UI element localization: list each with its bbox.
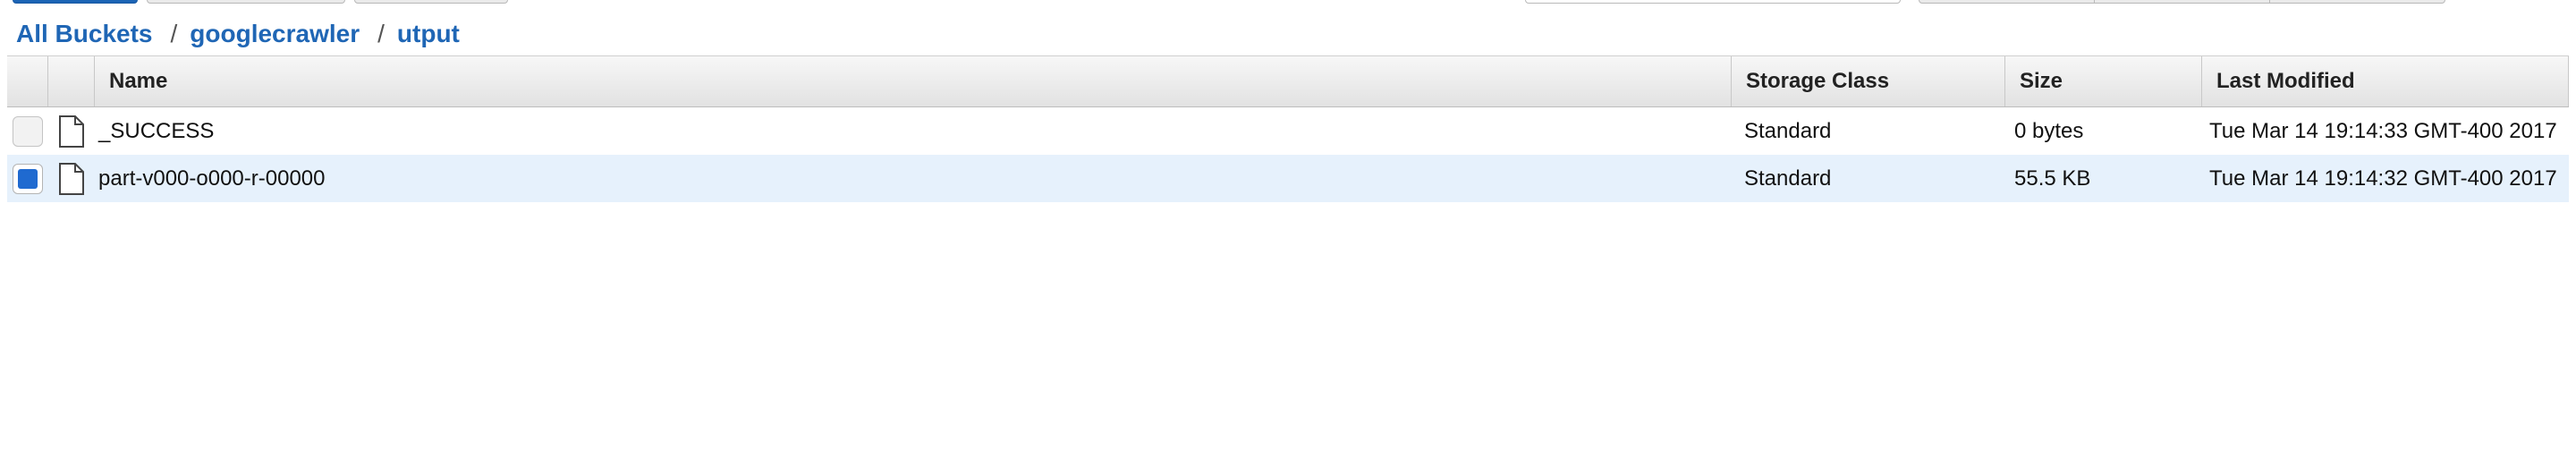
header-name[interactable]: Name	[95, 56, 1732, 106]
object-last-modified: Tue Mar 14 19:14:33 GMT-400 2017	[2209, 118, 2557, 143]
search-input[interactable]	[1525, 0, 1901, 4]
breadcrumb-bucket[interactable]: googlecrawler	[190, 20, 360, 48]
object-name[interactable]: part-v000-o000-r-00000	[95, 155, 1732, 202]
toolbar	[0, 0, 2576, 11]
row-select	[7, 155, 48, 202]
row-checkbox-checked[interactable]	[13, 163, 43, 194]
object-last-modified: Tue Mar 14 19:14:32 GMT-400 2017	[2209, 166, 2557, 191]
object-size: 55.5 KB	[2014, 166, 2091, 191]
table-row[interactable]: part-v000-o000-r-00000 Standard 55.5 KB …	[7, 155, 2569, 202]
table-header: Name Storage Class Size Last Modified	[7, 56, 2569, 107]
breadcrumb-folder[interactable]: utput	[397, 20, 460, 48]
view-button-3[interactable]	[2270, 0, 2445, 3]
toolbar-button-3[interactable]	[354, 0, 508, 4]
view-button-group	[1919, 0, 2445, 4]
view-button-1[interactable]	[1919, 0, 2095, 3]
file-icon	[48, 155, 95, 202]
object-size: 0 bytes	[2014, 118, 2084, 143]
breadcrumb: All Buckets / googlecrawler / utput	[16, 18, 460, 50]
table-row[interactable]: _SUCCESS Standard 0 bytes Tue Mar 14 19:…	[7, 107, 2569, 155]
header-icon-column	[48, 56, 95, 106]
primary-action-button[interactable]	[13, 0, 138, 4]
header-storage-class[interactable]: Storage Class	[1732, 56, 2005, 106]
row-select	[7, 107, 48, 155]
header-last-modified[interactable]: Last Modified	[2202, 56, 2569, 106]
object-name[interactable]: _SUCCESS	[95, 107, 1732, 155]
toolbar-button-2[interactable]	[147, 0, 345, 4]
s3-bucket-browser: All Buckets / googlecrawler / utput Name…	[0, 0, 2576, 467]
breadcrumb-separator: /	[377, 20, 385, 47]
view-button-2[interactable]	[2095, 0, 2270, 3]
header-select-column[interactable]	[7, 56, 48, 106]
row-checkbox[interactable]	[13, 115, 43, 147]
object-storage-class: Standard	[1744, 166, 1832, 191]
breadcrumb-all-buckets[interactable]: All Buckets	[16, 20, 153, 48]
file-icon	[48, 107, 95, 155]
object-storage-class: Standard	[1744, 118, 1832, 143]
header-size[interactable]: Size	[2005, 56, 2202, 106]
objects-table: Name Storage Class Size Last Modified _S…	[7, 55, 2569, 202]
breadcrumb-separator: /	[170, 20, 178, 47]
